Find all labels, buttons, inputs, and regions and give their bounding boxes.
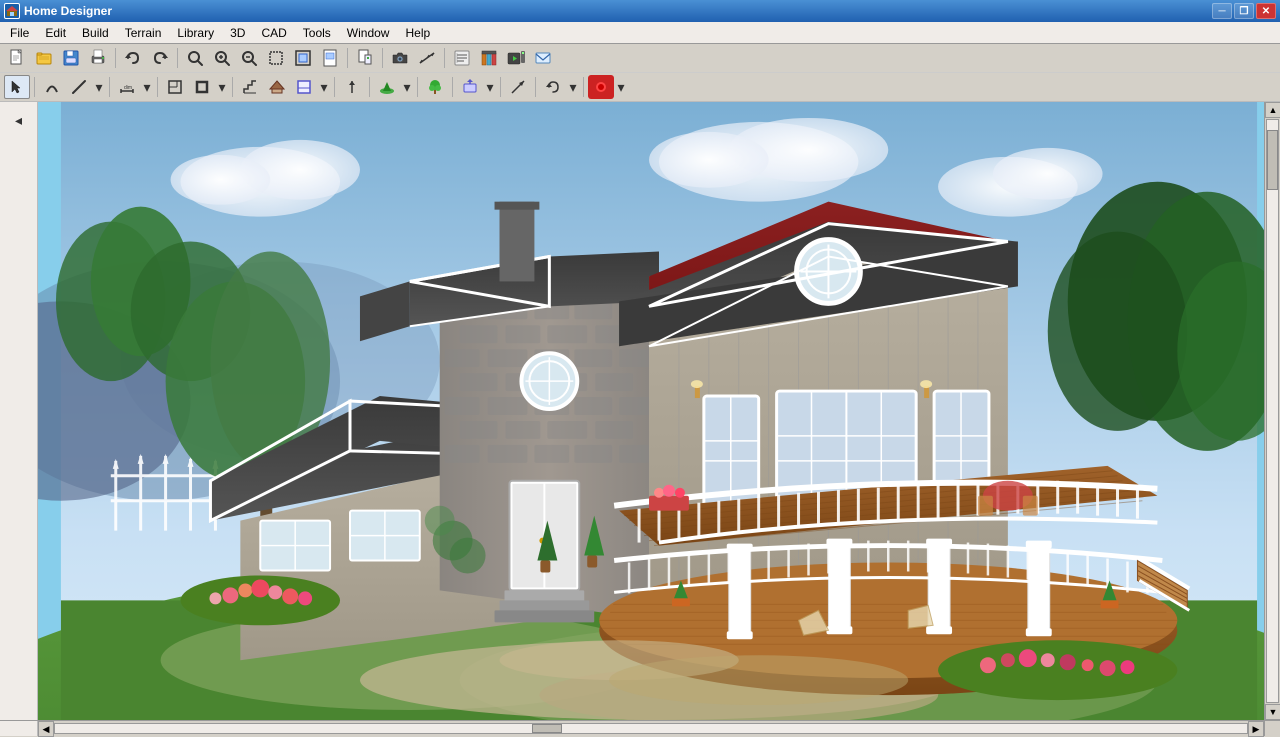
save-button[interactable]: [58, 46, 84, 70]
add-page-button[interactable]: [352, 46, 378, 70]
menu-window[interactable]: Window: [339, 24, 398, 42]
undo-button[interactable]: [120, 46, 146, 70]
sep-t8: [452, 77, 453, 97]
menu-bar: File Edit Build Terrain Library 3D CAD T…: [0, 22, 1280, 44]
materials-button[interactable]: [449, 46, 475, 70]
plants-button[interactable]: [422, 75, 448, 99]
sep-t2: [109, 77, 110, 97]
sep-4: [382, 48, 383, 68]
hscroll-left-button[interactable]: ◀: [38, 721, 54, 737]
send-button[interactable]: [530, 46, 556, 70]
zoom-in-button[interactable]: [209, 46, 235, 70]
library-button[interactable]: [476, 46, 502, 70]
sep-3: [347, 48, 348, 68]
hscroll-right-button[interactable]: ▶: [1248, 721, 1264, 737]
restore-button[interactable]: ❐: [1234, 3, 1254, 19]
render-button[interactable]: [503, 46, 529, 70]
menu-tools[interactable]: Tools: [295, 24, 339, 42]
menu-library[interactable]: Library: [169, 24, 222, 42]
dimension-dropdown-button[interactable]: ▾: [141, 75, 153, 99]
app-title: Home Designer: [24, 4, 1212, 18]
zoom-fit-button[interactable]: [290, 46, 316, 70]
main-scene: ▲ ▼: [38, 102, 1280, 720]
redo-button[interactable]: [147, 46, 173, 70]
terrain-button[interactable]: [374, 75, 400, 99]
sep-2: [177, 48, 178, 68]
scroll-up-button[interactable]: ▲: [1265, 102, 1280, 118]
camera-button[interactable]: [387, 46, 413, 70]
menu-terrain[interactable]: Terrain: [117, 24, 170, 42]
toolbar-tools: ▾ dim ▾ ▾ ▾ ▾ ▾: [0, 73, 1280, 102]
menu-help[interactable]: Help: [397, 24, 438, 42]
zoom-out-button[interactable]: [236, 46, 262, 70]
new-button[interactable]: [4, 46, 30, 70]
sep-t1: [34, 77, 35, 97]
sep-5: [444, 48, 445, 68]
print-button[interactable]: [85, 46, 111, 70]
dimension-tool-button[interactable]: dim: [114, 75, 140, 99]
room-dropdown-button[interactable]: ▾: [318, 75, 330, 99]
rotate-dropdown-button[interactable]: ▾: [567, 75, 579, 99]
left-panel: ◂: [0, 102, 38, 720]
left-arrow-button[interactable]: ◂: [5, 106, 33, 134]
search-button[interactable]: [182, 46, 208, 70]
sep-t4: [232, 77, 233, 97]
hscroll-track: [54, 723, 1248, 734]
hscroll-thumb[interactable]: [532, 724, 562, 733]
terrain-dropdown-button[interactable]: ▾: [401, 75, 413, 99]
app-body: ◂: [0, 102, 1280, 720]
menu-file[interactable]: File: [2, 24, 37, 42]
scroll-down-button[interactable]: ▼: [1265, 704, 1280, 720]
stairs-button[interactable]: [237, 75, 263, 99]
record-dropdown-button[interactable]: ▾: [615, 75, 627, 99]
open-button[interactable]: [31, 46, 57, 70]
arrow-button[interactable]: [505, 75, 531, 99]
menu-build[interactable]: Build: [74, 24, 117, 42]
svg-text:dim: dim: [124, 85, 132, 91]
window-controls: ─ ❐ ✕: [1212, 3, 1276, 19]
sep-t6: [369, 77, 370, 97]
close-button[interactable]: ✕: [1256, 3, 1276, 19]
walls-dropdown-button[interactable]: ▾: [216, 75, 228, 99]
menu-cad[interactable]: CAD: [253, 24, 294, 42]
vertical-scrollbar: ▲ ▼: [1264, 102, 1280, 720]
house-scene: [38, 102, 1280, 720]
scroll-track: [1266, 119, 1279, 703]
elevation-button[interactable]: [339, 75, 365, 99]
walls-button[interactable]: [189, 75, 215, 99]
sep-t7: [417, 77, 418, 97]
hscroll-right-pad: [1264, 721, 1280, 736]
app-icon: [4, 3, 20, 19]
line-dropdown-button[interactable]: ▾: [93, 75, 105, 99]
select-tool-button[interactable]: [4, 75, 30, 99]
floorplan-button[interactable]: [162, 75, 188, 99]
menu-edit[interactable]: Edit: [37, 24, 74, 42]
sep-t5: [334, 77, 335, 97]
toolbar-main: [0, 44, 1280, 73]
horizontal-scrollbar: ◀ ▶: [0, 720, 1280, 736]
record-button[interactable]: [588, 75, 614, 99]
minimize-button[interactable]: ─: [1212, 3, 1232, 19]
title-bar: Home Designer ─ ❐ ✕: [0, 0, 1280, 22]
objects-button[interactable]: [457, 75, 483, 99]
measure-button[interactable]: [414, 46, 440, 70]
sep-t3: [157, 77, 158, 97]
sep-t9: [500, 77, 501, 97]
zoom-box-button[interactable]: [263, 46, 289, 70]
scroll-thumb[interactable]: [1267, 130, 1278, 190]
room-button[interactable]: [291, 75, 317, 99]
rotate-button[interactable]: [540, 75, 566, 99]
sep-1: [115, 48, 116, 68]
objects-dropdown-button[interactable]: ▾: [484, 75, 496, 99]
zoom-page-button[interactable]: [317, 46, 343, 70]
line-tool-button[interactable]: [66, 75, 92, 99]
roof-button[interactable]: [264, 75, 290, 99]
sep-t11: [583, 77, 584, 97]
arc-tool-button[interactable]: [39, 75, 65, 99]
menu-3d[interactable]: 3D: [222, 24, 253, 42]
hscroll-left-pad: [0, 721, 38, 736]
sep-t10: [535, 77, 536, 97]
